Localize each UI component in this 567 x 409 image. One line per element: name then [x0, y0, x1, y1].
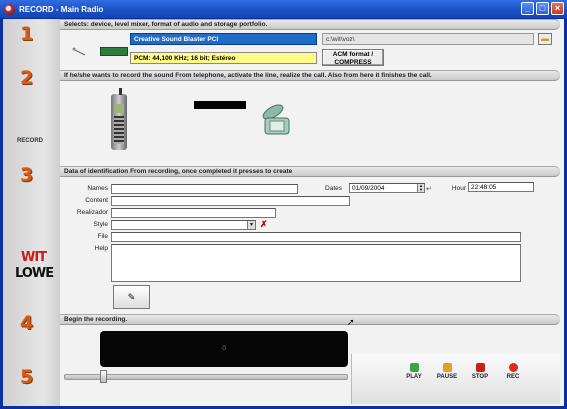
- section4-header: Begin the recording.: [60, 314, 560, 325]
- record-label: RECORD: [17, 138, 44, 144]
- help-label: Help: [94, 245, 108, 252]
- date-input[interactable]: 01/09/2004 ▲ ▼: [349, 183, 425, 193]
- pause-label: PAUSE: [436, 374, 458, 380]
- dates-label: Dates: [325, 185, 342, 192]
- rec-icon: [508, 363, 518, 372]
- play-button[interactable]: PLAY: [397, 363, 431, 380]
- logo-lowe: LOWE: [15, 266, 54, 281]
- sound-card-icon: [100, 47, 128, 56]
- content-label: Content: [85, 197, 108, 204]
- style-label: Style: [93, 221, 108, 228]
- date-picker-icon[interactable]: ↵: [426, 185, 434, 193]
- stop-label: STOP: [471, 374, 489, 380]
- main-content: Selects: device, level mixer, format of …: [60, 19, 564, 406]
- rec-label: REC: [506, 374, 520, 380]
- folder-browse-button[interactable]: ▬: [538, 33, 552, 45]
- format-display[interactable]: PCM: 44,100 KHz; 16 bit; Estéreo: [130, 52, 317, 64]
- play-icon: [409, 363, 419, 372]
- step-4-number: 4: [20, 312, 34, 334]
- mobile-phone-icon[interactable]: [111, 88, 127, 150]
- play-label: PLAY: [406, 374, 422, 380]
- names-input[interactable]: [111, 184, 298, 194]
- brush-icon: ✎: [127, 292, 136, 302]
- file-label: File: [97, 233, 108, 240]
- app-icon: [4, 3, 15, 15]
- section2-header: If he/she wants to record the sound From…: [60, 70, 560, 81]
- mouse-cursor-icon: ➚: [347, 317, 355, 327]
- step-2-number: 2: [20, 67, 34, 89]
- realizador-input[interactable]: [111, 208, 276, 218]
- step-5-number: 5: [20, 366, 34, 388]
- pause-button[interactable]: PAUSE: [430, 363, 464, 380]
- stop-icon: [475, 363, 485, 372]
- acm-format-button[interactable]: ACM format / COMPRESS: [322, 49, 384, 66]
- stop-button[interactable]: STOP: [463, 363, 497, 380]
- names-label: Names: [87, 185, 108, 192]
- hour-input[interactable]: 22:48:05: [468, 182, 534, 192]
- step-1-number: 1: [20, 23, 34, 45]
- folder-icon: ▬: [541, 34, 549, 43]
- style-select[interactable]: ▼: [111, 220, 256, 230]
- create-button[interactable]: ✎: [113, 285, 150, 309]
- section3-header: Data of identification From recording, o…: [60, 166, 560, 177]
- date-spinner[interactable]: ▲ ▼: [417, 184, 424, 192]
- logo-wit: WIT: [21, 250, 47, 265]
- sidebar: 1 2 RECORD 3 WIT LOWE 4 5: [3, 19, 60, 406]
- content-input[interactable]: [111, 196, 350, 206]
- desk-phone-icon[interactable]: [261, 102, 293, 136]
- title-bar: RECORD - Main Radio _ □ ×: [0, 0, 567, 18]
- step-3-number: 3: [20, 164, 34, 186]
- microphone-icon: [72, 47, 86, 57]
- recording-counter: 0: [222, 345, 226, 352]
- clear-style-icon[interactable]: ✗: [260, 220, 268, 229]
- pause-icon: [442, 363, 452, 372]
- hour-label: Hour: [451, 185, 466, 192]
- date-value: 01/09/2004: [352, 185, 385, 192]
- help-textarea[interactable]: [111, 244, 521, 282]
- rec-button[interactable]: REC: [496, 363, 530, 380]
- window-title: RECORD - Main Radio: [19, 4, 104, 14]
- maximize-button[interactable]: □: [536, 2, 549, 15]
- call-status-display: [194, 101, 246, 109]
- close-button[interactable]: ×: [551, 2, 564, 15]
- window-controls: _ □ ×: [521, 2, 564, 15]
- minimize-button[interactable]: _: [521, 2, 534, 15]
- device-selector[interactable]: Creative Sound Blaster PCI: [130, 33, 317, 45]
- recording-display: 0: [100, 331, 348, 367]
- file-input[interactable]: [111, 232, 521, 242]
- realizador-label: Realizador: [76, 209, 108, 216]
- section1-header: Selects: device, level mixer, format of …: [60, 19, 560, 30]
- chevron-down-icon[interactable]: ▼: [247, 221, 255, 229]
- position-slider-thumb[interactable]: [100, 370, 107, 383]
- storage-path-field[interactable]: c:\wit\voz\: [322, 33, 534, 45]
